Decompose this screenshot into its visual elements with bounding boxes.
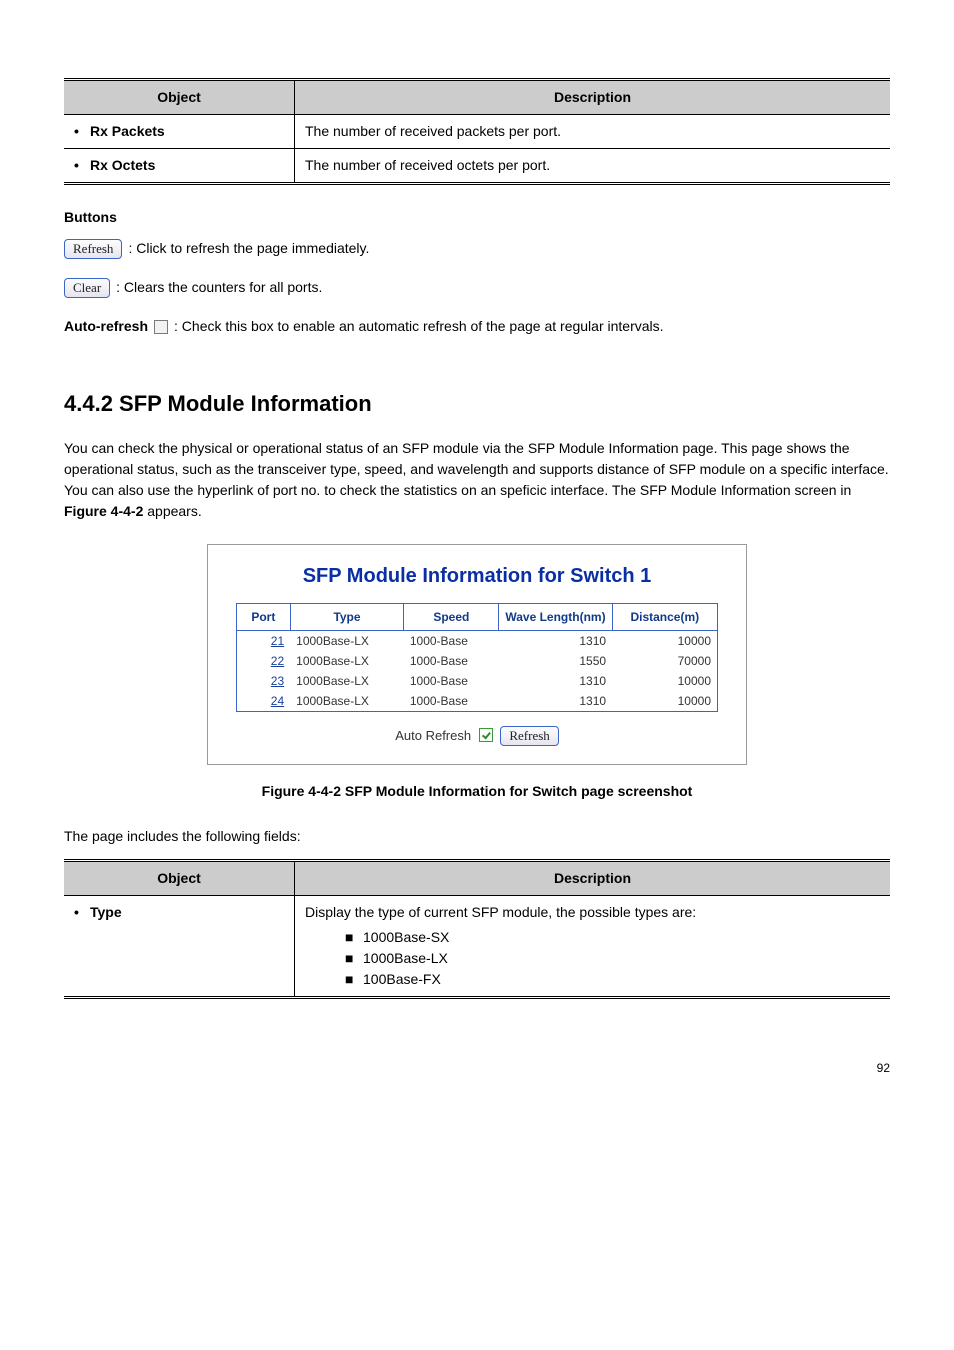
cell-speed: 1000-Base <box>404 691 499 711</box>
list-item: 1000Base-SX <box>363 929 449 945</box>
figure-reference: Figure 4-4-2 <box>64 503 143 519</box>
sfp-controls: Auto Refresh Refresh <box>222 726 732 746</box>
table-row: 23 1000Base-LX 1000-Base 1310 10000 <box>237 671 717 691</box>
port-link[interactable]: 22 <box>271 654 284 668</box>
page-number: 92 <box>64 1059 890 1077</box>
type-desc-lead: Display the type of current SFP module, … <box>305 902 880 923</box>
cell-type: 1000Base-LX <box>290 651 404 671</box>
cell-wave: 1310 <box>499 691 612 711</box>
sfp-panel-title: SFP Module Information for Switch 1 <box>222 561 732 591</box>
cell-distance: 10000 <box>612 691 717 711</box>
table-row: •Rx Octets The number of received octets… <box>64 149 890 184</box>
table-row: •Type Display the type of current SFP mo… <box>64 896 890 998</box>
table-row: 22 1000Base-LX 1000-Base 1550 70000 <box>237 651 717 671</box>
square-bullet-icon: ■ <box>345 969 363 990</box>
cell-wave: 1310 <box>499 631 612 652</box>
refresh-description: : Click to refresh the page immediately. <box>128 238 369 259</box>
object-desc-table-1: Object Description •Rx Packets The numbe… <box>64 78 890 185</box>
column-header-object: Object <box>64 80 295 115</box>
auto-refresh-description: : Check this box to enable an automatic … <box>174 316 664 337</box>
sfp-module-info-panel: SFP Module Information for Switch 1 Port… <box>207 544 747 765</box>
column-header-port: Port <box>237 604 290 631</box>
cell-type: 1000Base-LX <box>290 631 404 652</box>
document-page: Object Description •Rx Packets The numbe… <box>0 0 954 1117</box>
sfp-table-wrapper: Port Type Speed Wave Length(nm) Distance… <box>236 603 718 712</box>
table-row: •Rx Packets The number of received packe… <box>64 115 890 149</box>
cell-speed: 1000-Base <box>404 651 499 671</box>
pre-table2-text: The page includes the following fields: <box>64 826 890 847</box>
object-label: Rx Packets <box>90 123 165 139</box>
object-description: The number of received octets per port. <box>295 149 891 184</box>
cell-type: 1000Base-LX <box>290 671 404 691</box>
object-label: Rx Octets <box>90 157 155 173</box>
buttons-heading: Buttons <box>64 207 890 228</box>
buttons-section: Buttons Refresh : Click to refresh the p… <box>64 207 890 337</box>
object-description: Display the type of current SFP module, … <box>295 896 891 998</box>
bullet-icon: • <box>74 902 90 923</box>
column-header-wave: Wave Length(nm) <box>499 604 612 631</box>
intro-tail: The SFP Module Information screen in <box>612 482 851 498</box>
cell-speed: 1000-Base <box>404 671 499 691</box>
cell-distance: 70000 <box>612 651 717 671</box>
table-row: 24 1000Base-LX 1000-Base 1310 10000 <box>237 691 717 711</box>
intro-tail2: appears. <box>147 503 201 519</box>
column-header-object: Object <box>64 861 295 896</box>
refresh-button[interactable]: Refresh <box>500 726 558 746</box>
refresh-button[interactable]: Refresh <box>64 239 122 259</box>
bullet-icon: • <box>74 121 90 142</box>
section-heading: 4.4.2 SFP Module Information <box>64 387 890 420</box>
port-link[interactable]: 24 <box>271 694 284 708</box>
auto-refresh-label: Auto-refresh <box>64 316 148 337</box>
object-label: Type <box>90 904 122 920</box>
list-item: 100Base-FX <box>363 971 441 987</box>
bullet-icon: • <box>74 155 90 176</box>
figure-caption: Figure 4-4-2 SFP Module Information for … <box>64 781 890 802</box>
intro-paragraph: You can check the physical or operationa… <box>64 438 890 522</box>
cell-speed: 1000-Base <box>404 631 499 652</box>
sfp-data-table: Port Type Speed Wave Length(nm) Distance… <box>237 604 717 711</box>
column-header-type: Type <box>290 604 404 631</box>
auto-refresh-label: Auto Refresh <box>395 728 471 743</box>
table-row: 21 1000Base-LX 1000-Base 1310 10000 <box>237 631 717 652</box>
cell-type: 1000Base-LX <box>290 691 404 711</box>
clear-button[interactable]: Clear <box>64 278 110 298</box>
column-header-description: Description <box>295 80 891 115</box>
cell-distance: 10000 <box>612 671 717 691</box>
port-link[interactable]: 21 <box>271 634 284 648</box>
clear-description: : Clears the counters for all ports. <box>116 277 322 298</box>
column-header-distance: Distance(m) <box>612 604 717 631</box>
cell-wave: 1550 <box>499 651 612 671</box>
port-link[interactable]: 23 <box>271 674 284 688</box>
checkbox-empty-icon[interactable] <box>154 320 168 334</box>
cell-distance: 10000 <box>612 631 717 652</box>
object-desc-table-2: Object Description •Type Display the typ… <box>64 859 890 999</box>
column-header-description: Description <box>295 861 891 896</box>
square-bullet-icon: ■ <box>345 948 363 969</box>
auto-refresh-checkbox[interactable] <box>479 728 493 742</box>
list-item: 1000Base-LX <box>363 950 448 966</box>
column-header-speed: Speed <box>404 604 499 631</box>
object-description: The number of received packets per port. <box>295 115 891 149</box>
square-bullet-icon: ■ <box>345 927 363 948</box>
cell-wave: 1310 <box>499 671 612 691</box>
